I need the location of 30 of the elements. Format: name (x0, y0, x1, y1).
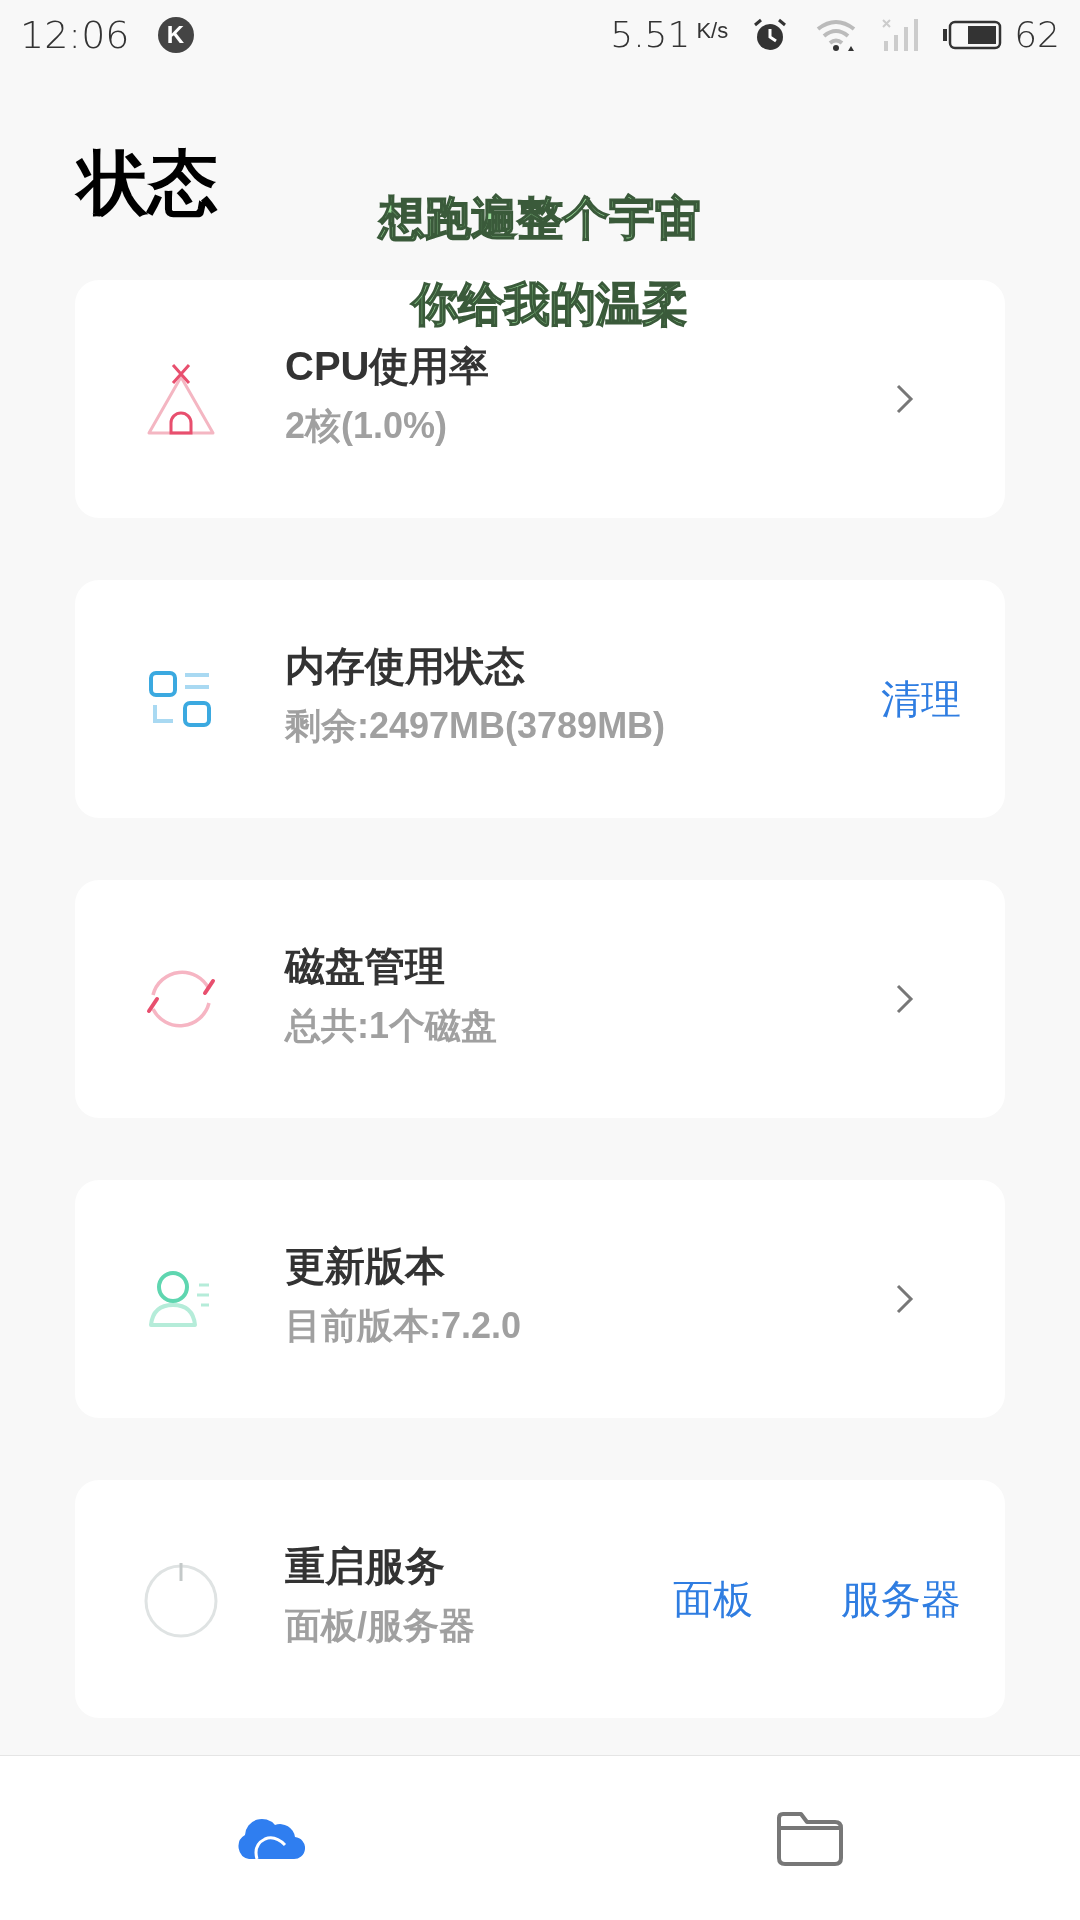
chevron-right-icon (895, 1283, 915, 1315)
floating-lyric-line: 想跑遍整个宇宙 (379, 195, 701, 241)
card-title: 磁盘管理 (285, 946, 446, 986)
card-subtitle: 目前版本:7.2.0 (285, 1308, 523, 1344)
card-title: CPU使用率 (285, 346, 491, 386)
card-subtitle: 面板/服务器 (285, 1608, 476, 1644)
card-subtitle: 2核(1.0%) (285, 408, 449, 444)
card-subtitle: 总共:1个磁盘 (285, 1008, 498, 1044)
card-title: 重启服务 (285, 1546, 446, 1586)
action-link[interactable]: 服务器 (841, 1579, 961, 1619)
network-speed: 5.51 (610, 13, 691, 57)
card-title: 更新版本 (285, 1246, 446, 1286)
card-subtitle: 剩余:2497MB(3789MB) (285, 708, 667, 744)
alarm-icon (752, 17, 789, 53)
battery-icon (942, 19, 1003, 51)
clock-time: 12:06 (20, 11, 130, 59)
floating-lyric-line: 你给我的温柔 (412, 281, 688, 327)
status-card[interactable]: 重启服务 面板/服务器 面板 服务器 (75, 1480, 1005, 1718)
action-link[interactable]: 面板 (673, 1579, 753, 1619)
app-badge: K (157, 17, 194, 53)
battery-percent: 62 (1014, 13, 1060, 57)
chevron-right-icon (895, 383, 915, 415)
status-card[interactable]: 更新版本 目前版本:7.2.0 (75, 1180, 1005, 1418)
chevron-right-icon (895, 983, 915, 1015)
card-title: 内存使用状态 (285, 646, 526, 686)
action-link[interactable]: 清理 (881, 679, 961, 719)
folder-icon (775, 1810, 845, 1866)
status-card[interactable]: 内存使用状态 剩余:2497MB(3789MB) 清理 (75, 580, 1005, 818)
speed-unit: K/s (696, 17, 729, 45)
status-card[interactable]: 磁盘管理 总共:1个磁盘 (75, 880, 1005, 1118)
